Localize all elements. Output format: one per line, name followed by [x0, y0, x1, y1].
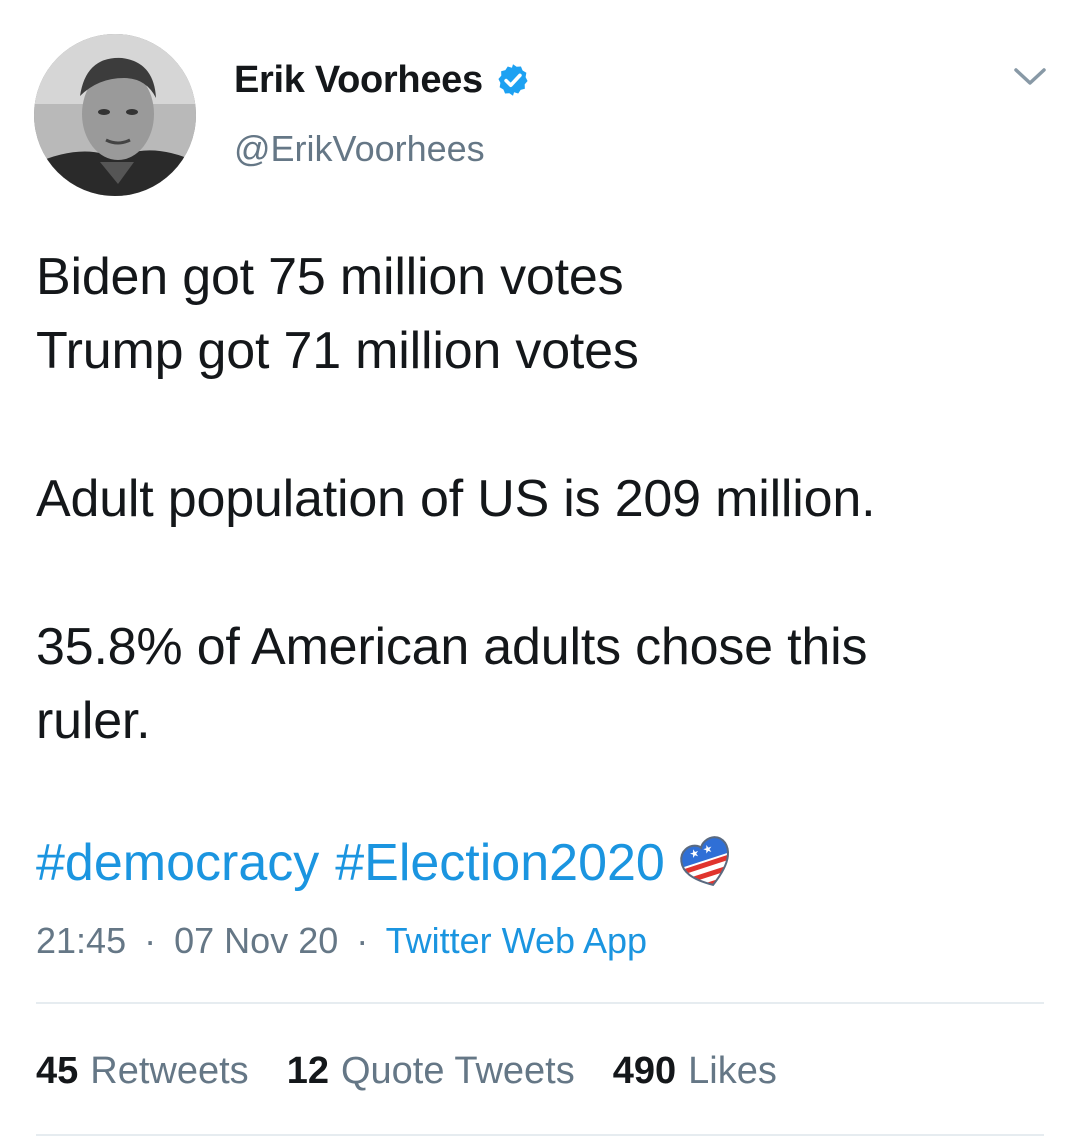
- likes-label: Likes: [688, 1050, 777, 1092]
- tweet-line: ruler.: [36, 692, 151, 750]
- quote-tweets-label: Quote Tweets: [340, 1050, 575, 1092]
- tweet-stats: 45 Retweets 12 Quote Tweets 490 Likes: [36, 1050, 777, 1093]
- tweet-meta: 21:45 · 07 Nov 20 · Twitter Web App: [36, 920, 647, 962]
- tweet-line: Trump got 71 million votes: [36, 322, 639, 380]
- tweet-line: Adult population of US is 209 million.: [36, 470, 876, 528]
- retweets-count: 45: [36, 1050, 79, 1092]
- hashtag-democracy-link[interactable]: #democracy: [36, 826, 319, 900]
- likes-count: 490: [612, 1050, 677, 1092]
- likes-stat[interactable]: 490 Likes: [613, 1050, 777, 1093]
- tweet-source-link[interactable]: Twitter Web App: [386, 920, 647, 961]
- tweet-time[interactable]: 21:45: [36, 920, 126, 961]
- hashtag-election2020-link[interactable]: #Election2020: [335, 826, 665, 900]
- tweet-line: Biden got 75 million votes: [36, 248, 624, 306]
- user-handle[interactable]: @ErikVoorhees: [234, 128, 485, 170]
- profile-photo: [34, 34, 196, 196]
- retweets-label: Retweets: [90, 1050, 249, 1092]
- avatar[interactable]: [34, 34, 196, 196]
- hashtag-row: #democracy #Election2020 ★ ★: [36, 826, 735, 900]
- quote-tweets-stat[interactable]: 12 Quote Tweets: [287, 1050, 575, 1093]
- display-name-row[interactable]: Erik Voorhees: [234, 56, 531, 104]
- divider: [36, 1002, 1044, 1004]
- quote-tweets-count: 12: [286, 1050, 329, 1092]
- divider: [36, 1134, 1044, 1136]
- tweet-text: Biden got 75 million votes Trump got 71 …: [36, 240, 1046, 758]
- verified-badge-icon: [498, 64, 528, 96]
- tweet-line: 35.8% of American adults chose this: [36, 618, 868, 676]
- display-name[interactable]: Erik Voorhees: [234, 59, 483, 102]
- election-heart-emoji: ★ ★: [676, 834, 735, 892]
- meta-separator: ·: [144, 920, 157, 961]
- chevron-down-icon[interactable]: [1010, 62, 1050, 90]
- meta-separator: ·: [356, 920, 369, 961]
- tweet-date[interactable]: 07 Nov 20: [174, 920, 338, 961]
- retweets-stat[interactable]: 45 Retweets: [36, 1050, 249, 1093]
